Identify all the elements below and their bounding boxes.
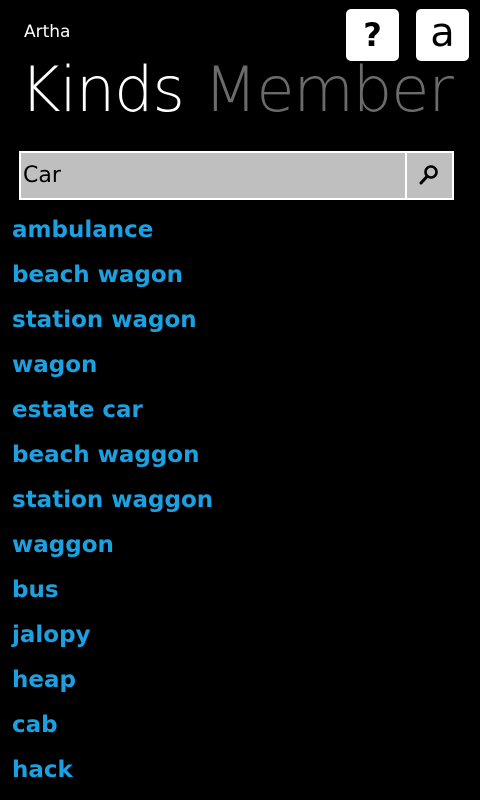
app-title: Artha — [24, 22, 71, 42]
result-item[interactable]: beach wagon — [12, 253, 213, 298]
result-item[interactable]: heap — [12, 658, 213, 703]
search-icon — [419, 165, 438, 185]
about-button-label: a — [430, 10, 455, 56]
pivot-item-member[interactable]: Member — [204, 53, 454, 126]
search-box — [19, 151, 454, 200]
result-item[interactable]: beach waggon — [12, 433, 213, 478]
results-list: ambulance beach wagon station wagon wagon es… — [12, 208, 213, 793]
search-input[interactable] — [23, 153, 403, 198]
result-item[interactable]: waggon — [12, 523, 213, 568]
search-button[interactable] — [405, 153, 452, 198]
result-item[interactable]: ambulance — [12, 208, 213, 253]
result-item[interactable]: station waggon — [12, 478, 213, 523]
pivot-header: Kinds Member — [20, 52, 454, 128]
result-item[interactable]: jalopy — [12, 613, 213, 658]
pivot-item-kinds[interactable]: Kinds — [20, 53, 185, 126]
result-item[interactable]: bus — [12, 568, 213, 613]
result-item[interactable]: estate car — [12, 388, 213, 433]
result-item[interactable]: wagon — [12, 343, 213, 388]
result-item[interactable]: cab — [12, 703, 213, 748]
result-item[interactable]: hack — [12, 748, 213, 793]
result-item[interactable]: station wagon — [12, 298, 213, 343]
